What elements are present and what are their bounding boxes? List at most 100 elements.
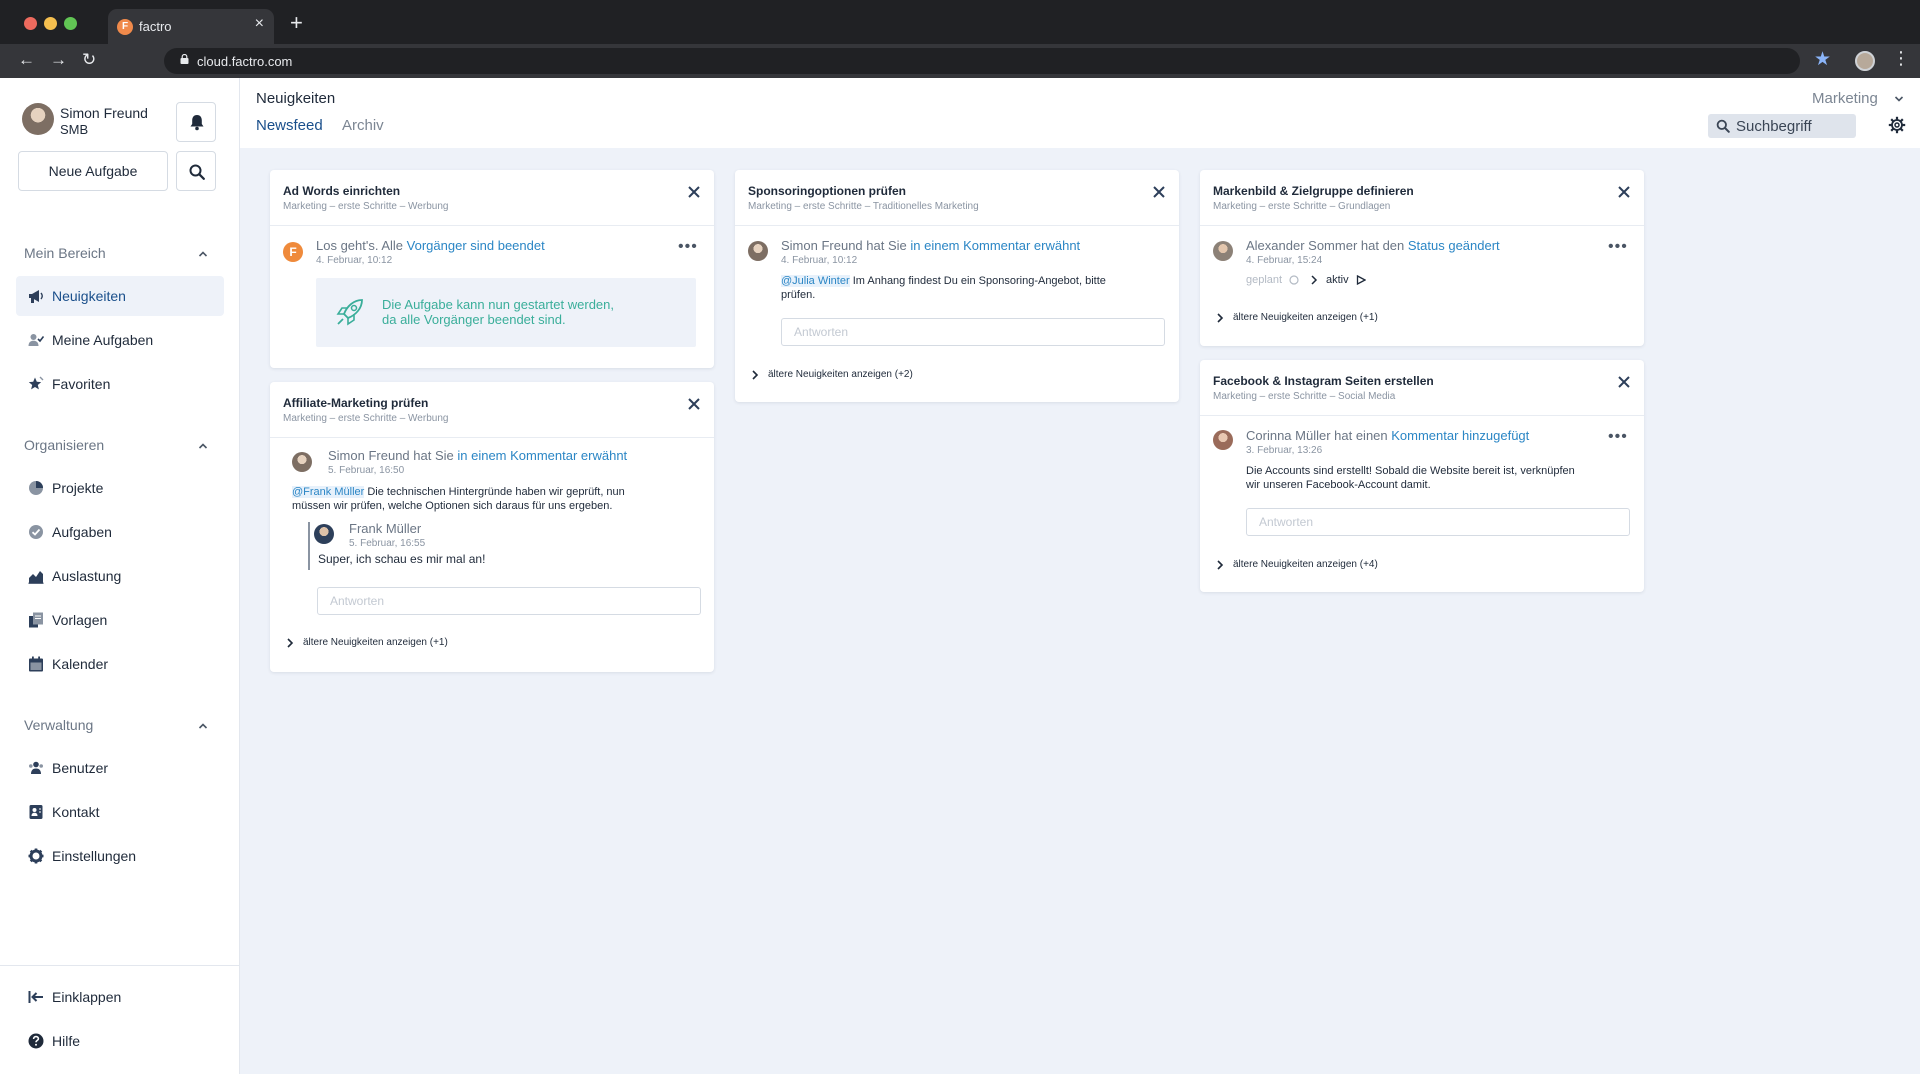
reply-input[interactable]: Antworten xyxy=(317,587,701,615)
mention[interactable]: @Julia Winter xyxy=(781,275,850,287)
section-title-mein-bereich: Mein Bereich xyxy=(24,245,106,261)
sidebar-item-projekte[interactable]: Projekte xyxy=(16,468,224,508)
entry-headline: Alexander Sommer hat den Status geändert xyxy=(1246,238,1500,253)
forward-arrow-icon[interactable]: → xyxy=(50,50,67,70)
sidebar-item-benutzer[interactable]: Benutzer xyxy=(16,748,224,788)
maximize-window-button[interactable] xyxy=(64,17,77,30)
chevron-down-icon[interactable] xyxy=(1894,94,1904,104)
settings-gear-icon[interactable] xyxy=(1888,116,1906,134)
browser-menu-icon[interactable]: ⋮ xyxy=(1892,49,1910,67)
sidebar-item-neuigkeiten[interactable]: Neuigkeiten xyxy=(16,276,224,316)
new-task-button[interactable]: Neue Aufgabe xyxy=(18,151,168,191)
comment-body: @Julia Winter Im Anhang findest Du ein S… xyxy=(781,275,1106,287)
tab-archiv[interactable]: Archiv xyxy=(342,117,384,134)
card-title: Affiliate-Marketing prüfen xyxy=(283,396,429,410)
card-path: Marketing – erste Schritte – Grundlagen xyxy=(1213,201,1391,212)
notifications-button[interactable] xyxy=(176,102,216,142)
section-title-verwaltung: Verwaltung xyxy=(24,717,94,733)
older-news-link[interactable]: ältere Neuigkeiten anzeigen (+4) xyxy=(1233,559,1378,570)
factro-badge-icon: F xyxy=(283,242,303,262)
close-icon[interactable] xyxy=(1153,186,1165,198)
entry-link[interactable]: in einem Kommentar erwähnt xyxy=(457,448,627,463)
entry-link[interactable]: in einem Kommentar erwähnt xyxy=(910,238,1080,253)
chevron-up-icon[interactable] xyxy=(198,441,208,451)
sidebar-item-label: Neuigkeiten xyxy=(52,288,126,304)
card-header[interactable]: Affiliate-Marketing prüfen Marketing – e… xyxy=(270,382,714,438)
sidebar-item-auslastung[interactable]: Auslastung xyxy=(16,556,224,596)
tab-bar: F factro × + xyxy=(0,0,1920,44)
sidebar-item-favoriten[interactable]: Favoriten xyxy=(16,364,224,404)
news-card-markenbild: Markenbild & Zielgruppe definieren Marke… xyxy=(1200,170,1644,346)
card-header[interactable]: Facebook & Instagram Seiten erstellen Ma… xyxy=(1200,360,1644,416)
sidebar-search-button[interactable] xyxy=(176,151,216,191)
check-circle-icon xyxy=(29,525,43,539)
help-icon xyxy=(28,1033,44,1049)
chevron-right-icon[interactable] xyxy=(751,370,759,380)
card-header[interactable]: Sponsoringoptionen prüfen Marketing – er… xyxy=(735,170,1179,226)
chevron-right-icon[interactable] xyxy=(286,638,294,648)
browser-profile-avatar[interactable] xyxy=(1855,51,1875,71)
card-path: Marketing – erste Schritte – Social Medi… xyxy=(1213,391,1396,402)
user-avatar[interactable] xyxy=(22,103,54,135)
chevron-right-icon xyxy=(1311,275,1318,285)
entry-headline: Simon Freund hat Sie in einem Kommentar … xyxy=(328,448,628,463)
reply-input[interactable]: Antworten xyxy=(781,318,1165,346)
chevron-right-icon[interactable] xyxy=(1216,313,1224,323)
browser-tab[interactable]: F factro × xyxy=(108,9,274,44)
close-window-button[interactable] xyxy=(24,17,37,30)
sidebar-item-einklappen[interactable]: Einklappen xyxy=(16,977,224,1017)
mention[interactable]: @Frank Müller xyxy=(292,486,365,498)
reply-placeholder: Antworten xyxy=(1259,515,1314,529)
entry-link[interactable]: Status geändert xyxy=(1408,238,1500,253)
calendar-icon xyxy=(29,656,43,672)
new-tab-icon[interactable]: + xyxy=(290,12,303,34)
page-header: Neuigkeiten Newsfeed Archiv Marketing Su… xyxy=(240,78,1920,148)
close-icon[interactable] xyxy=(1618,186,1630,198)
sidebar-item-label: Einklappen xyxy=(52,989,122,1005)
card-title: Facebook & Instagram Seiten erstellen xyxy=(1213,374,1434,388)
search-icon xyxy=(189,164,205,180)
close-icon[interactable] xyxy=(688,398,700,410)
sidebar-item-label: Kalender xyxy=(52,656,109,672)
more-options-icon[interactable]: ••• xyxy=(1608,428,1628,446)
chevron-right-icon[interactable] xyxy=(1216,560,1224,570)
workspace-select[interactable]: Marketing xyxy=(1812,90,1878,107)
megaphone-icon xyxy=(29,290,43,303)
more-options-icon[interactable]: ••• xyxy=(1608,238,1628,256)
minimize-window-button[interactable] xyxy=(44,17,57,30)
comment-body-line: müssen wir prüfen, welche Optionen sich … xyxy=(292,500,613,512)
sidebar-item-aufgaben[interactable]: Aufgaben xyxy=(16,512,224,552)
chevron-up-icon[interactable] xyxy=(198,721,208,731)
rocket-icon xyxy=(336,299,363,326)
sidebar-item-vorlagen[interactable]: Vorlagen xyxy=(16,600,224,640)
more-options-icon[interactable]: ••• xyxy=(678,238,698,256)
chevron-up-icon[interactable] xyxy=(198,249,208,259)
card-header[interactable]: Ad Words einrichten Marketing – erste Sc… xyxy=(270,170,714,226)
card-path: Marketing – erste Schritte – Werbung xyxy=(283,201,449,212)
entry-link[interactable]: Kommentar hinzugefügt xyxy=(1391,428,1529,443)
sidebar-item-kalender[interactable]: Kalender xyxy=(16,644,224,684)
back-arrow-icon[interactable]: ← xyxy=(18,50,35,70)
sidebar-item-hilfe[interactable]: Hilfe xyxy=(16,1021,224,1061)
sidebar-item-meine-aufgaben[interactable]: Meine Aufgaben xyxy=(16,320,224,360)
tab-close-icon[interactable]: × xyxy=(255,15,264,33)
close-icon[interactable] xyxy=(1618,376,1630,388)
reply-input[interactable]: Antworten xyxy=(1246,508,1630,536)
sidebar-item-einstellungen[interactable]: Einstellungen xyxy=(16,836,224,876)
reply-placeholder: Antworten xyxy=(330,594,385,608)
reply-timestamp: 5. Februar, 16:55 xyxy=(349,538,426,549)
older-news-link[interactable]: ältere Neuigkeiten anzeigen (+2) xyxy=(768,369,913,380)
close-icon[interactable] xyxy=(688,186,700,198)
sidebar-item-kontakt[interactable]: Kontakt xyxy=(16,792,224,832)
reload-icon[interactable]: ↻ xyxy=(82,50,96,70)
older-news-link[interactable]: ältere Neuigkeiten anzeigen (+1) xyxy=(1233,312,1378,323)
user-org: SMB xyxy=(60,122,89,137)
bookmark-star-icon[interactable]: ★ xyxy=(1814,48,1831,71)
card-header[interactable]: Markenbild & Zielgruppe definieren Marke… xyxy=(1200,170,1644,226)
tab-newsfeed[interactable]: Newsfeed xyxy=(256,117,323,134)
address-bar[interactable]: cloud.factro.com xyxy=(164,48,1800,74)
older-news-link[interactable]: ältere Neuigkeiten anzeigen (+1) xyxy=(303,637,448,648)
search-input[interactable]: Suchbegriff xyxy=(1708,114,1856,138)
users-icon xyxy=(29,761,43,774)
entry-link[interactable]: Vorgänger sind beendet xyxy=(407,238,545,253)
